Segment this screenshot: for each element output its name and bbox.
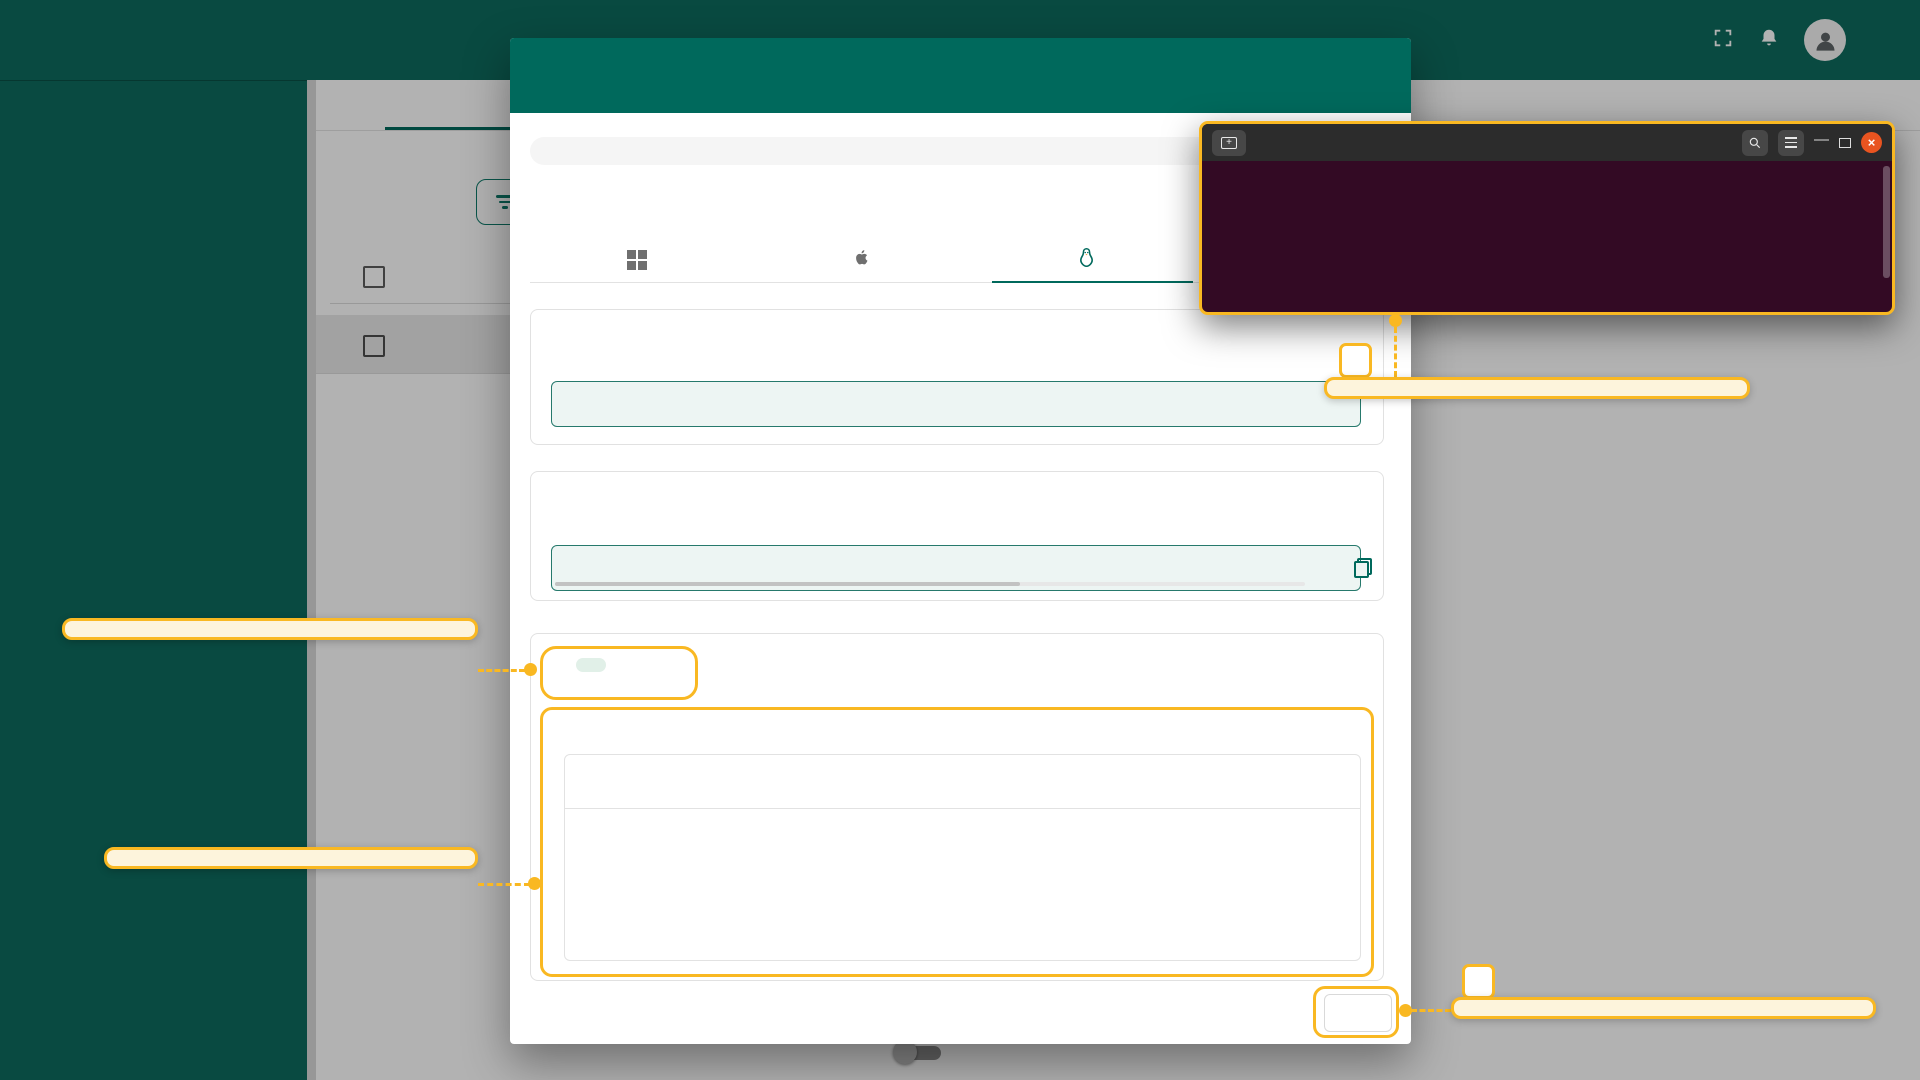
- close-button[interactable]: [1324, 994, 1392, 1032]
- annotation-dot: [528, 877, 541, 890]
- windows-icon: [627, 250, 647, 270]
- step-8-badge: [1462, 964, 1495, 999]
- hamburger-icon: [1785, 137, 1797, 147]
- terminal-close-icon[interactable]: ×: [1861, 132, 1882, 153]
- install-card: [530, 309, 1384, 445]
- apple-icon: [851, 247, 872, 273]
- terminal-search-button[interactable]: [1742, 130, 1768, 156]
- telemetry-table: [564, 754, 1361, 961]
- annotation-step7-callout: [1324, 377, 1750, 399]
- annotation-step8-callout: [1451, 997, 1876, 1019]
- terminal-titlebar[interactable]: + — ×: [1202, 124, 1892, 161]
- step-7-badge: [1339, 343, 1372, 378]
- terminal-menu-button[interactable]: [1778, 130, 1804, 156]
- copy-icon[interactable]: [1354, 558, 1372, 578]
- terminal-output: [1202, 161, 1892, 173]
- minimize-icon[interactable]: —: [1814, 135, 1829, 145]
- annotation-dot: [524, 663, 537, 676]
- new-tab-button[interactable]: +: [1212, 130, 1246, 156]
- annotation-dot: [1399, 1004, 1412, 1017]
- execute-card: [530, 471, 1384, 601]
- terminal-window[interactable]: + — ×: [1199, 121, 1895, 315]
- new-tab-icon: +: [1221, 137, 1237, 149]
- annotation-state-callout: [62, 618, 478, 640]
- tab-macos[interactable]: [755, 238, 980, 282]
- maximize-icon[interactable]: [1839, 138, 1851, 148]
- dialog-header: [510, 38, 1411, 113]
- tab-linux[interactable]: [980, 238, 1205, 282]
- screen: + — ×: [0, 0, 1920, 1080]
- annotation-dot: [1389, 314, 1402, 327]
- state-active-badge: [576, 658, 606, 672]
- code-horizontal-scrollbar[interactable]: [555, 582, 1305, 586]
- annotation-telemetry-callout: [104, 847, 478, 869]
- install-command: [551, 381, 1361, 427]
- terminal-scrollbar[interactable]: [1883, 166, 1890, 278]
- state-card: [530, 633, 1384, 981]
- tab-windows[interactable]: [530, 238, 755, 282]
- linux-icon: [1076, 247, 1097, 273]
